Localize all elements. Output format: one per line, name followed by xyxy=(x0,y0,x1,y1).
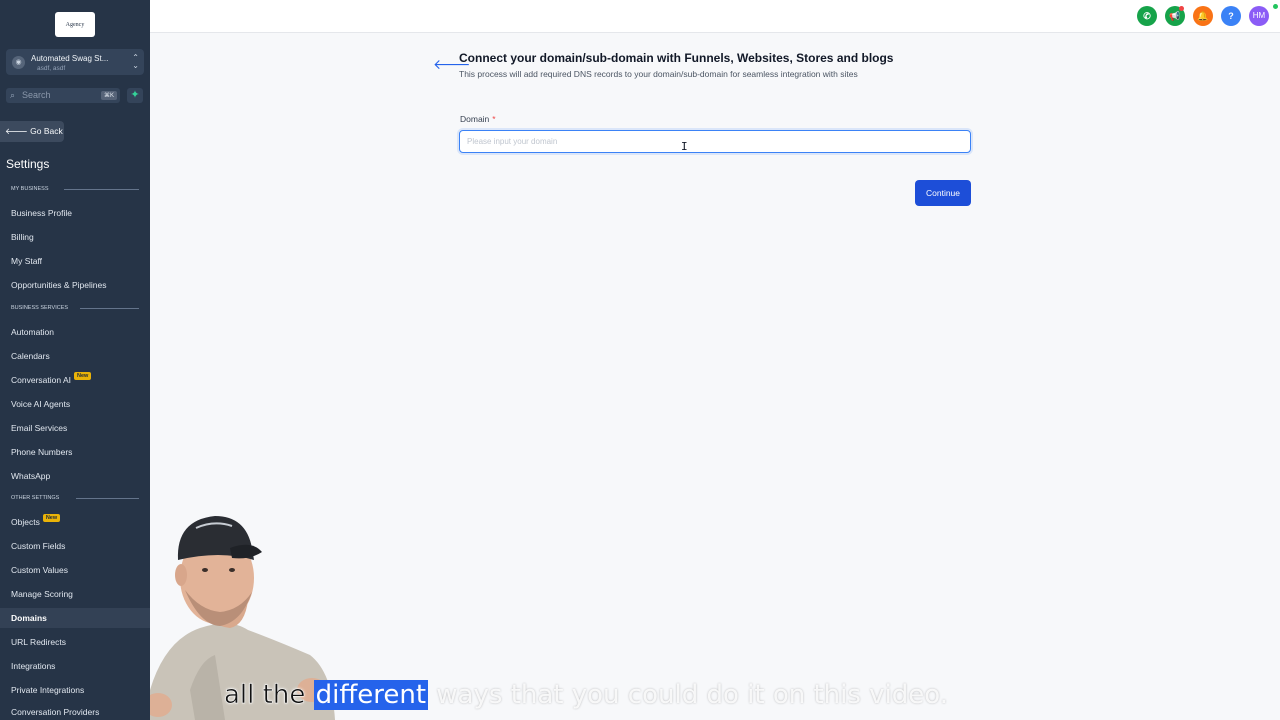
search-placeholder: Search xyxy=(22,90,51,100)
sidebar-item-calendars[interactable]: Calendars xyxy=(0,346,150,366)
sidebar-item-billing[interactable]: Billing xyxy=(0,227,150,247)
nav-label: My Staff xyxy=(11,256,43,266)
sidebar-item-private-integrations[interactable]: Private Integrations xyxy=(0,680,150,700)
section-divider xyxy=(64,189,139,190)
sidebar-item-custom-fields[interactable]: Custom Fields xyxy=(0,536,150,556)
settings-title: Settings xyxy=(6,157,50,171)
quick-action-button[interactable]: ✦ xyxy=(127,88,143,103)
nav-label: Private Integrations xyxy=(11,685,85,695)
nav-label: Integrations xyxy=(11,661,56,671)
nav-label: Custom Fields xyxy=(11,541,66,551)
sidebar-search[interactable]: ⌕ Search ⌘K xyxy=(6,88,120,103)
user-avatar[interactable]: HM xyxy=(1249,6,1269,26)
account-switcher[interactable]: ◉ Automated Swag St... asdf, asdf ⌃ ⌄ xyxy=(6,49,144,75)
sidebar-item-manage-scoring[interactable]: Manage Scoring xyxy=(0,584,150,604)
nav-label: Voice AI Agents xyxy=(11,399,71,409)
agency-logo[interactable]: Agency xyxy=(55,12,95,37)
nav-label: URL Redirects xyxy=(11,637,66,647)
sidebar-item-business-profile[interactable]: Business Profile xyxy=(0,203,150,223)
section-divider xyxy=(76,498,139,499)
user-initials: HM xyxy=(1252,11,1266,20)
section-divider xyxy=(80,308,139,309)
search-shortcut: ⌘K xyxy=(100,91,117,100)
sidebar-item-email-services[interactable]: Email Services xyxy=(0,418,150,438)
page-subtitle: This process will add required DNS recor… xyxy=(459,69,858,79)
required-mark: * xyxy=(492,114,496,124)
go-back-button[interactable]: 🡐 Go Back xyxy=(0,121,64,142)
domain-label-text: Domain xyxy=(460,114,490,124)
new-badge: New xyxy=(74,372,92,380)
text-cursor-icon: I xyxy=(681,140,688,153)
sidebar-item-integrations[interactable]: Integrations xyxy=(0,656,150,676)
section-other-settings: OTHER SETTINGS xyxy=(11,495,60,501)
caption-highlight: different xyxy=(313,680,429,710)
page-title: Connect your domain/sub-domain with Funn… xyxy=(459,51,894,65)
new-badge: New xyxy=(42,514,61,522)
top-bar: ✆ 📢 🔔 ? HM xyxy=(150,0,1280,33)
lightning-icon: ✦ xyxy=(130,89,140,101)
phone-icon[interactable]: ✆ xyxy=(1137,6,1157,26)
nav-label: Objects xyxy=(11,517,40,527)
nav-label: Conversation AI xyxy=(11,375,72,385)
caption-after: ways that you could do it on this video. xyxy=(436,680,949,710)
sidebar-item-my-staff[interactable]: My Staff xyxy=(0,251,150,271)
go-back-label: Go Back xyxy=(30,126,63,136)
sidebar-item-conversation-providers[interactable]: Conversation Providers xyxy=(0,702,150,720)
nav-label: Phone Numbers xyxy=(11,447,73,457)
nav-label: Business Profile xyxy=(11,208,72,218)
chevron-up-down-icon: ⌃ ⌄ xyxy=(132,53,139,70)
help-icon[interactable]: ? xyxy=(1221,6,1241,26)
sidebar-item-objects[interactable]: Objects New xyxy=(0,512,150,532)
nav-label: Opportunities & Pipelines xyxy=(11,280,107,290)
video-caption: all the different ways that you could do… xyxy=(224,680,949,711)
nav-label: Conversation Providers xyxy=(11,707,100,717)
domain-label: Domain * xyxy=(460,114,496,124)
online-status-dot xyxy=(1273,4,1278,9)
sidebar-item-opportunities-pipelines[interactable]: Opportunities & Pipelines xyxy=(0,275,150,295)
section-business-services: BUSINESS SERVICES xyxy=(11,305,69,311)
nav-label: Manage Scoring xyxy=(11,589,73,599)
sidebar-item-voice-ai-agents[interactable]: Voice AI Agents xyxy=(0,394,150,414)
sidebar-item-conversation-ai[interactable]: Conversation AI New xyxy=(0,370,150,390)
nav-label: Custom Values xyxy=(11,565,69,575)
sidebar-item-automation[interactable]: Automation xyxy=(0,322,150,342)
nav-label: Billing xyxy=(11,232,34,242)
nav-label: Email Services xyxy=(11,423,68,433)
nav-label: WhatsApp xyxy=(11,471,51,481)
sidebar-item-url-redirects[interactable]: URL Redirects xyxy=(0,632,150,652)
continue-button[interactable]: Continue xyxy=(915,180,971,206)
arrow-left-icon: 🡐 xyxy=(5,126,28,136)
location-icon: ◉ xyxy=(12,56,25,69)
sidebar-item-custom-values[interactable]: Custom Values xyxy=(0,560,150,580)
help-glyph: ? xyxy=(1228,11,1234,21)
bell-icon[interactable]: 🔔 xyxy=(1193,6,1213,26)
search-icon: ⌕ xyxy=(10,90,16,100)
sidebar-item-domains[interactable]: Domains xyxy=(0,608,150,628)
section-my-business: MY BUSINESS xyxy=(11,186,49,192)
nav-label: Automation xyxy=(11,327,54,337)
account-name: Automated Swag St... xyxy=(31,54,109,63)
nav-label: Domains xyxy=(11,613,47,623)
caption-before: all the xyxy=(224,680,306,711)
account-sub: asdf, asdf xyxy=(37,65,66,72)
sidebar-item-whatsapp[interactable]: WhatsApp xyxy=(0,466,150,486)
nav-label: Calendars xyxy=(11,351,50,361)
logo-text: Agency xyxy=(65,21,85,28)
presenter-webcam-overlay xyxy=(150,516,335,720)
sidebar: Agency ◉ Automated Swag St... asdf, asdf… xyxy=(0,0,150,720)
notification-dot xyxy=(1179,6,1184,11)
sidebar-item-phone-numbers[interactable]: Phone Numbers xyxy=(0,442,150,462)
domain-input[interactable] xyxy=(459,130,971,153)
